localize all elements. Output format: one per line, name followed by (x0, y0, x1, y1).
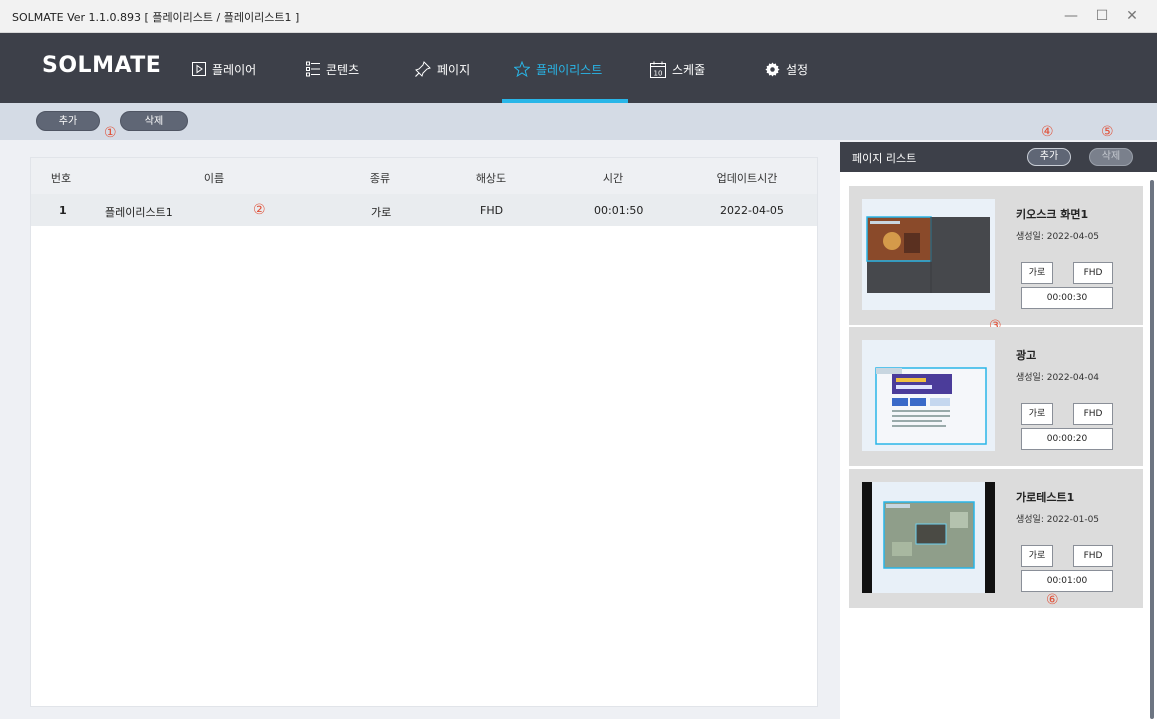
cell-type: 가로 (371, 206, 392, 219)
main-nav: SOLMATE 플레이어 콘텐츠 페이지 플레이리스트 10 스케줄 설정 (0, 33, 1157, 103)
column-header-updated: 업데이트시간 (716, 172, 778, 185)
window-title: SOLMATE Ver 1.1.0.893 [ 플레이리스트 / 플레이리스트1… (12, 11, 300, 24)
nav-item-page[interactable]: 페이지 (415, 59, 470, 79)
page-card-date: 생성일: 2022-04-04 (1016, 373, 1100, 383)
duration-tag: 00:00:20 (1021, 428, 1113, 450)
title-bar: SOLMATE Ver 1.1.0.893 [ 플레이리스트 / 플레이리스트1… (0, 0, 1157, 33)
column-header-name: 이름 (203, 172, 225, 185)
app-logo: SOLMATE (42, 53, 162, 78)
page-thumbnail (862, 340, 995, 451)
column-header-time: 시간 (602, 172, 624, 185)
list-icon (306, 61, 320, 77)
page-thumbnail (862, 482, 995, 593)
callout-marker-1: ① (104, 125, 117, 141)
nav-item-schedule[interactable]: 10 스케줄 (650, 59, 705, 79)
page-card-title: 가로테스트1 (1016, 491, 1075, 504)
nav-label-playlist: 플레이리스트 (536, 62, 603, 77)
pin-icon (415, 61, 431, 77)
delete-page-button[interactable]: 삭제 (1089, 148, 1133, 166)
app-window: SOLMATE Ver 1.1.0.893 [ 플레이리스트 / 플레이리스트1… (0, 0, 1157, 719)
page-card-date: 생성일: 2022-04-05 (1016, 232, 1100, 242)
nav-label-player: 플레이어 (212, 62, 257, 77)
callout-marker-6: ⑥ (1046, 592, 1059, 608)
cell-time: 00:01:50 (594, 204, 644, 217)
nav-item-player[interactable]: 플레이어 (192, 59, 256, 79)
page-card[interactable]: 가로테스트1 생성일: 2022-01-05 가로 FHD 00:01:00 (849, 469, 1143, 608)
page-list-header: 페이지 리스트 추가 삭제 (840, 142, 1157, 172)
orientation-tag: 가로 (1021, 545, 1053, 567)
close-button[interactable]: ✕ (1121, 6, 1143, 26)
column-header-no: 번호 (50, 172, 72, 185)
orientation-tag: 가로 (1021, 403, 1053, 425)
page-list-scrollbar[interactable] (1150, 180, 1154, 719)
nav-item-settings[interactable]: 설정 (765, 59, 808, 79)
page-card-title: 키오스크 화면1 (1016, 208, 1089, 221)
page-card-title: 광고 (1016, 349, 1037, 362)
nav-label-settings: 설정 (786, 62, 809, 77)
callout-marker-5: ⑤ (1101, 124, 1114, 140)
add-page-button[interactable]: 추가 (1027, 148, 1071, 166)
play-icon (192, 62, 206, 76)
resolution-tag: FHD (1073, 545, 1113, 567)
gear-icon (765, 61, 780, 77)
delete-playlist-button[interactable]: 삭제 (120, 111, 188, 131)
cell-updated: 2022-04-05 (720, 204, 784, 217)
callout-marker-2: ② (253, 202, 266, 218)
nav-item-contents[interactable]: 콘텐츠 (306, 59, 359, 79)
page-thumbnail (862, 199, 995, 310)
duration-tag: 00:00:30 (1021, 287, 1113, 309)
page-card[interactable]: 광고 생성일: 2022-04-04 가로 FHD 00:00:20 (849, 327, 1143, 466)
callout-marker-4: ④ (1041, 124, 1054, 140)
column-header-type: 종류 (369, 172, 391, 185)
star-icon (514, 61, 530, 77)
page-list-title: 페이지 리스트 (852, 152, 917, 165)
orientation-tag: 가로 (1021, 262, 1053, 284)
nav-label-schedule: 스케줄 (672, 62, 706, 77)
table-row[interactable]: 1 플레이리스트1 가로 FHD 00:01:50 2022-04-05 ② (31, 194, 817, 226)
nav-label-page: 페이지 (437, 62, 471, 77)
duration-tag: 00:01:00 (1021, 570, 1113, 592)
minimize-button[interactable]: — (1060, 6, 1082, 26)
cell-name: 플레이리스트1 (105, 206, 173, 219)
column-header-resolution: 해상도 (475, 172, 507, 185)
playlist-toolbar: 추가 삭제 ① (0, 103, 1157, 141)
add-playlist-button[interactable]: 추가 (36, 111, 100, 131)
svg-text:10: 10 (654, 69, 663, 77)
table-header: 번호 이름 종류 해상도 시간 업데이트시간 (31, 158, 817, 194)
calendar-icon: 10 (650, 61, 666, 78)
nav-item-playlist[interactable]: 플레이리스트 (514, 59, 602, 79)
maximize-button[interactable]: ☐ (1091, 6, 1113, 26)
page-card[interactable]: 키오스크 화면1 생성일: 2022-04-05 가로 FHD 00:00:30 (849, 186, 1143, 325)
cell-resolution: FHD (480, 204, 504, 217)
nav-label-contents: 콘텐츠 (326, 62, 360, 77)
page-card-date: 생성일: 2022-01-05 (1016, 515, 1100, 525)
resolution-tag: FHD (1073, 262, 1113, 284)
resolution-tag: FHD (1073, 403, 1113, 425)
playlist-table: 번호 이름 종류 해상도 시간 업데이트시간 1 플레이리스트1 가로 FHD … (30, 157, 818, 707)
cell-no: 1 (59, 204, 67, 217)
